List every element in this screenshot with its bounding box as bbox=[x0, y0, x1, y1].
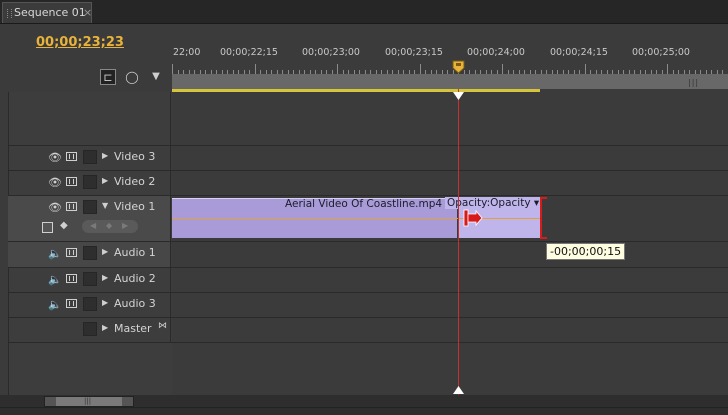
current-timecode[interactable]: 00;00;23;23 bbox=[36, 35, 124, 50]
track-lane-video-3[interactable] bbox=[171, 146, 728, 170]
track-video-2: 👁 ▶ Video 2 bbox=[8, 171, 728, 196]
playhead-line[interactable] bbox=[458, 89, 459, 395]
track-name: Audio 1 bbox=[114, 246, 156, 259]
ruler-label: 00;00;23;00 bbox=[302, 47, 360, 58]
show-keyframes-icon[interactable]: ◆ bbox=[60, 220, 68, 231]
ruler-tick bbox=[254, 64, 256, 74]
track-audio-2: 🔈 ▶ Audio 2 bbox=[8, 268, 728, 293]
ruler-tick bbox=[502, 64, 503, 74]
speaker-icon[interactable]: 🔈 bbox=[48, 273, 62, 286]
track-header-audio-3: 🔈 ▶ Audio 3 bbox=[8, 293, 171, 317]
track-lane-video-2[interactable] bbox=[171, 171, 728, 195]
track-lock-toggle[interactable] bbox=[83, 322, 97, 336]
track-header-video-3: 👁 ▶ Video 3 bbox=[8, 146, 171, 170]
track-header-master: ▶ Master ⋈ bbox=[8, 318, 171, 342]
track-audio-3: 🔈 ▶ Audio 3 bbox=[8, 293, 728, 318]
display-style-icon[interactable] bbox=[42, 222, 53, 233]
track-lane-audio-3[interactable] bbox=[171, 293, 728, 317]
track-header-video-1: 👁 ▼ Video 1 bbox=[8, 196, 171, 241]
trim-cursor-icon bbox=[463, 209, 483, 227]
prev-keyframe-icon[interactable]: ◀ bbox=[90, 221, 96, 230]
collapse-triangle-icon[interactable]: ▶ bbox=[102, 247, 108, 256]
clip-end-bracket[interactable] bbox=[540, 197, 547, 239]
collapse-triangle-icon[interactable]: ▶ bbox=[102, 176, 108, 185]
ruler-tick bbox=[419, 64, 421, 74]
speaker-icon[interactable]: 🔈 bbox=[48, 298, 62, 311]
scroll-grip-icon[interactable]: ||| bbox=[84, 397, 91, 405]
effect-selector[interactable]: Opacity:Opacity ▾ bbox=[445, 197, 542, 209]
collapse-triangle-icon[interactable]: ▶ bbox=[102, 273, 108, 282]
track-lock-toggle[interactable] bbox=[83, 175, 97, 189]
sync-lock-icon[interactable] bbox=[66, 177, 77, 186]
sync-lock-icon[interactable] bbox=[66, 202, 77, 211]
ruler-ticks bbox=[172, 62, 728, 74]
track-lock-toggle[interactable] bbox=[83, 297, 97, 311]
grip-icon[interactable] bbox=[7, 9, 12, 18]
ruler-label: 00;00;24;00 bbox=[467, 47, 525, 58]
ruler-label: 00;00;23;15 bbox=[385, 47, 443, 58]
sync-lock-icon[interactable] bbox=[66, 299, 77, 308]
expand-triangle-icon[interactable]: ▼ bbox=[102, 201, 108, 210]
sync-lock-icon[interactable] bbox=[66, 274, 77, 283]
track-name: Video 1 bbox=[114, 200, 156, 213]
eye-icon[interactable]: 👁 bbox=[48, 176, 62, 189]
tab-sequence-01[interactable]: Sequence 01 × bbox=[2, 2, 92, 23]
eye-icon[interactable]: 👁 bbox=[48, 201, 62, 214]
ruler-label: 00;00;24;15 bbox=[550, 47, 608, 58]
sync-lock-icon[interactable] bbox=[66, 152, 77, 161]
track-lock-toggle[interactable] bbox=[83, 150, 97, 164]
playhead-top-cap bbox=[453, 92, 464, 100]
clip-name: Aerial Video Of Coastline.mp4 bbox=[285, 198, 443, 210]
track-name: Audio 3 bbox=[114, 297, 156, 310]
speaker-icon[interactable]: 🔈 bbox=[48, 247, 62, 260]
collapse-triangle-icon[interactable]: ▶ bbox=[102, 323, 108, 332]
ruler-label: 00;00;22;15 bbox=[220, 47, 278, 58]
work-area-handle[interactable]: ||| bbox=[688, 78, 699, 87]
snap-icon[interactable]: ⊏ bbox=[100, 69, 116, 85]
track-header-audio-1: 🔈 ▶ Audio 1 bbox=[8, 242, 171, 267]
ruler-tick bbox=[172, 64, 173, 74]
work-area-bar[interactable] bbox=[172, 74, 728, 89]
close-icon[interactable]: × bbox=[83, 6, 92, 19]
trim-duration-tooltip: -00;00;00;15 bbox=[546, 243, 626, 260]
tab-label: Sequence 01 bbox=[14, 6, 86, 19]
ruler-tick bbox=[337, 64, 338, 74]
tab-bar bbox=[0, 0, 728, 24]
track-header-audio-2: 🔈 ▶ Audio 2 bbox=[8, 268, 171, 292]
sync-lock-icon[interactable] bbox=[66, 248, 77, 257]
track-video-3: 👁 ▶ Video 3 bbox=[8, 146, 728, 171]
track-name: Video 2 bbox=[114, 175, 156, 188]
marker-icon[interactable]: ◯ bbox=[124, 69, 140, 85]
track-row-empty bbox=[8, 92, 728, 146]
track-lock-toggle[interactable] bbox=[83, 272, 97, 286]
ruler-label: 00;00;25;00 bbox=[632, 47, 690, 58]
track-lane-audio-1[interactable] bbox=[171, 242, 728, 267]
track-lock-toggle[interactable] bbox=[83, 246, 97, 260]
playhead-handle[interactable] bbox=[452, 60, 465, 74]
add-keyframe-icon[interactable]: ◆ bbox=[106, 221, 112, 230]
track-name: Video 3 bbox=[114, 150, 156, 163]
scrollbar-divider bbox=[0, 407, 728, 408]
track-name: Master bbox=[114, 322, 152, 335]
track-name: Audio 2 bbox=[114, 272, 156, 285]
collapse-triangle-icon[interactable]: ▶ bbox=[102, 298, 108, 307]
track-header-video-2: 👁 ▶ Video 2 bbox=[8, 171, 171, 195]
keyframe-navigator[interactable]: ◀ ◆ ▶ bbox=[82, 220, 138, 233]
ruler-tick bbox=[667, 64, 668, 74]
track-lane-master[interactable] bbox=[171, 318, 728, 342]
ruler-tick bbox=[584, 64, 586, 74]
eye-icon[interactable]: 👁 bbox=[48, 151, 62, 164]
opacity-rubber-band[interactable] bbox=[172, 218, 542, 219]
master-options-icon[interactable]: ⋈ bbox=[158, 321, 167, 331]
track-header-empty bbox=[8, 92, 171, 145]
collapse-triangle-icon[interactable]: ▶ bbox=[102, 151, 108, 160]
playhead-bottom-cap bbox=[453, 386, 464, 394]
ruler-label: 22;00 bbox=[173, 47, 201, 58]
next-keyframe-icon[interactable]: ▶ bbox=[122, 221, 128, 230]
track-master: ▶ Master ⋈ bbox=[8, 318, 728, 343]
track-lock-toggle[interactable] bbox=[83, 200, 97, 214]
track-lane-audio-2[interactable] bbox=[171, 268, 728, 292]
keyframe-icon[interactable]: ▼ bbox=[148, 69, 164, 85]
